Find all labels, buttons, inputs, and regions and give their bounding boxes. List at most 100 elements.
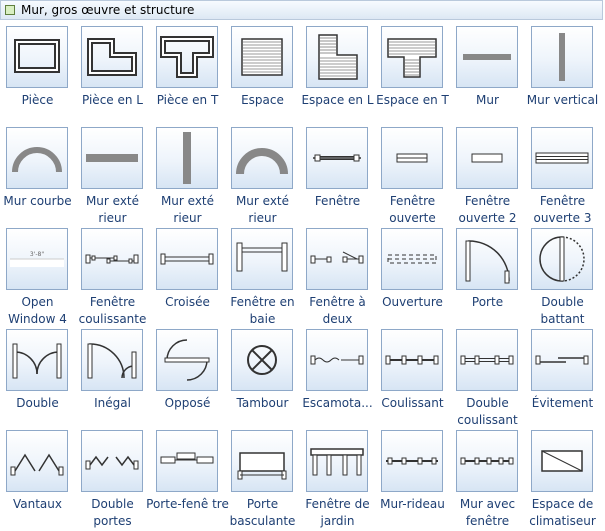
open-window-icon[interactable] bbox=[381, 127, 443, 189]
shape-tile[interactable]: Porte bbox=[450, 223, 525, 324]
curtain-wall-icon[interactable] bbox=[381, 430, 443, 492]
shape-tile[interactable]: Mur avec fenêtre bbox=[450, 425, 525, 528]
double-sliding-door-icon[interactable] bbox=[456, 329, 518, 391]
open-window-3-icon[interactable] bbox=[531, 127, 593, 189]
open-window-2-icon[interactable] bbox=[456, 127, 518, 189]
shape-tile[interactable]: Double battant bbox=[525, 223, 600, 326]
shape-label: Double bbox=[16, 396, 59, 410]
bifold-door-icon[interactable] bbox=[6, 430, 68, 492]
l-space-icon[interactable] bbox=[306, 26, 368, 88]
double-bifold-door-icon[interactable] bbox=[81, 430, 143, 492]
shape-label: Mur-rideau bbox=[380, 497, 445, 511]
t-room-icon[interactable] bbox=[156, 26, 218, 88]
opposite-door-icon[interactable] bbox=[156, 329, 218, 391]
shape-tile[interactable]: Espace de climatiseur bbox=[525, 425, 600, 528]
french-window-icon[interactable] bbox=[156, 430, 218, 492]
shape-tile[interactable]: Double portes bbox=[75, 425, 150, 528]
shape-tile[interactable]: Pièce bbox=[0, 21, 75, 122]
exterior-curved-wall-icon[interactable] bbox=[231, 127, 293, 189]
shape-tile[interactable]: Mur exté rieur bbox=[225, 122, 300, 225]
shape-label: Mur avec fenêtre bbox=[459, 497, 516, 528]
bay-window-icon[interactable] bbox=[231, 228, 293, 290]
shape-tile[interactable]: Escamota... bbox=[300, 324, 375, 425]
double-door-icon[interactable] bbox=[6, 329, 68, 391]
shape-label: Open Window 4 bbox=[8, 295, 67, 326]
shape-tile[interactable]: Croisée bbox=[150, 223, 225, 324]
opening-icon[interactable] bbox=[381, 228, 443, 290]
shape-tile[interactable]: Ouverture bbox=[375, 223, 450, 324]
shape-label: Mur exté rieur bbox=[235, 194, 290, 225]
curved-wall-icon[interactable] bbox=[6, 127, 68, 189]
wall-with-window-icon[interactable] bbox=[456, 430, 518, 492]
unequal-door-icon[interactable] bbox=[81, 329, 143, 391]
shape-tile[interactable]: Porte-fenê tre bbox=[146, 425, 229, 526]
room-icon[interactable] bbox=[6, 26, 68, 88]
shape-tile[interactable]: Double bbox=[0, 324, 75, 425]
l-room-icon[interactable] bbox=[81, 26, 143, 88]
shape-tile[interactable]: Espace en T bbox=[375, 21, 450, 122]
shape-label: Pièce en T bbox=[156, 93, 219, 107]
shape-tile[interactable]: Porte basculante bbox=[225, 425, 300, 528]
sliding-door-icon[interactable] bbox=[381, 329, 443, 391]
shape-tile[interactable]: Mur exté rieur bbox=[75, 122, 150, 225]
shape-tile[interactable]: Mur exté rieur bbox=[150, 122, 225, 225]
shape-tile[interactable]: 3'-8" Open Window 4 bbox=[0, 223, 75, 326]
overhead-door-icon[interactable] bbox=[231, 430, 293, 492]
shape-tile[interactable]: Fenêtre de jardin bbox=[300, 425, 375, 528]
sliding-window-icon[interactable] bbox=[81, 228, 143, 290]
bypass-door-icon[interactable] bbox=[531, 329, 593, 391]
exterior-wall-icon[interactable] bbox=[81, 127, 143, 189]
shape-tile[interactable]: Tambour bbox=[225, 324, 300, 425]
space-icon[interactable] bbox=[231, 26, 293, 88]
shape-tile[interactable]: Pièce en L bbox=[75, 21, 150, 122]
shape-label: Ouverture bbox=[382, 295, 443, 309]
shape-tile[interactable]: Fenêtre à deux bbox=[300, 223, 375, 326]
shape-tile[interactable]: Mur vertical bbox=[525, 21, 600, 122]
shape-tile[interactable]: Pièce en T bbox=[150, 21, 225, 122]
shape-tile[interactable]: Vantaux bbox=[0, 425, 75, 526]
wall-icon[interactable] bbox=[456, 26, 518, 88]
shape-label: Fenêtre ouverte 3 bbox=[533, 194, 592, 225]
shape-label: Fenêtre de jardin bbox=[305, 497, 370, 528]
shape-tile[interactable]: Fenêtre ouverte 2 bbox=[450, 122, 525, 225]
shape-tile[interactable]: Fenêtre ouverte 3 bbox=[525, 122, 600, 225]
pocket-door-icon[interactable] bbox=[306, 329, 368, 391]
shape-tile[interactable]: Opposé bbox=[150, 324, 225, 425]
shape-tile[interactable]: Inégal bbox=[75, 324, 150, 425]
double-swing-door-icon[interactable] bbox=[531, 228, 593, 290]
shape-tile[interactable]: Coulissant bbox=[375, 324, 450, 425]
vertical-wall-icon[interactable] bbox=[531, 26, 593, 88]
shape-label: Tambour bbox=[236, 396, 289, 410]
t-space-icon[interactable] bbox=[381, 26, 443, 88]
shape-tile[interactable]: Évitement bbox=[525, 324, 600, 425]
shape-label: Croisée bbox=[165, 295, 210, 309]
shape-tile[interactable]: Fenêtre ouverte bbox=[375, 122, 450, 225]
shape-label: Pièce bbox=[21, 93, 54, 107]
stencil-icon bbox=[5, 5, 15, 15]
shape-tile[interactable]: Mur-rideau bbox=[375, 425, 450, 526]
double-hung-window-icon[interactable] bbox=[306, 228, 368, 290]
shape-tile[interactable]: Fenêtre en baie bbox=[225, 223, 300, 326]
stencil-panel-header[interactable]: Mur, gros œuvre et structure bbox=[0, 0, 603, 20]
shape-label: Fenêtre à deux bbox=[309, 295, 366, 326]
shape-label: Mur exté rieur bbox=[160, 194, 215, 225]
door-icon[interactable] bbox=[456, 228, 518, 290]
shape-label: Mur bbox=[476, 93, 499, 107]
shape-tile[interactable]: Espace bbox=[225, 21, 300, 122]
shape-label: Coulissant bbox=[381, 396, 444, 410]
garden-window-icon[interactable] bbox=[306, 430, 368, 492]
casement-window-icon[interactable] bbox=[156, 228, 218, 290]
revolving-door-icon[interactable] bbox=[231, 329, 293, 391]
shape-label: Fenêtre bbox=[314, 194, 361, 208]
shape-tile[interactable]: Mur courbe bbox=[0, 122, 75, 223]
shape-tile[interactable]: Mur bbox=[450, 21, 525, 122]
window-icon[interactable] bbox=[306, 127, 368, 189]
shape-tile[interactable]: Fenêtre coulissante bbox=[75, 223, 150, 326]
shape-tile[interactable]: Double coulissant bbox=[450, 324, 525, 427]
shape-tile[interactable]: Espace en L bbox=[300, 21, 375, 122]
ac-space-icon[interactable] bbox=[531, 430, 593, 492]
exterior-wall-vertical-icon[interactable] bbox=[156, 127, 218, 189]
open-window-4-icon[interactable]: 3'-8" bbox=[6, 228, 68, 290]
shape-tile[interactable]: Fenêtre bbox=[300, 122, 375, 223]
shape-label: Évitement bbox=[531, 396, 594, 410]
